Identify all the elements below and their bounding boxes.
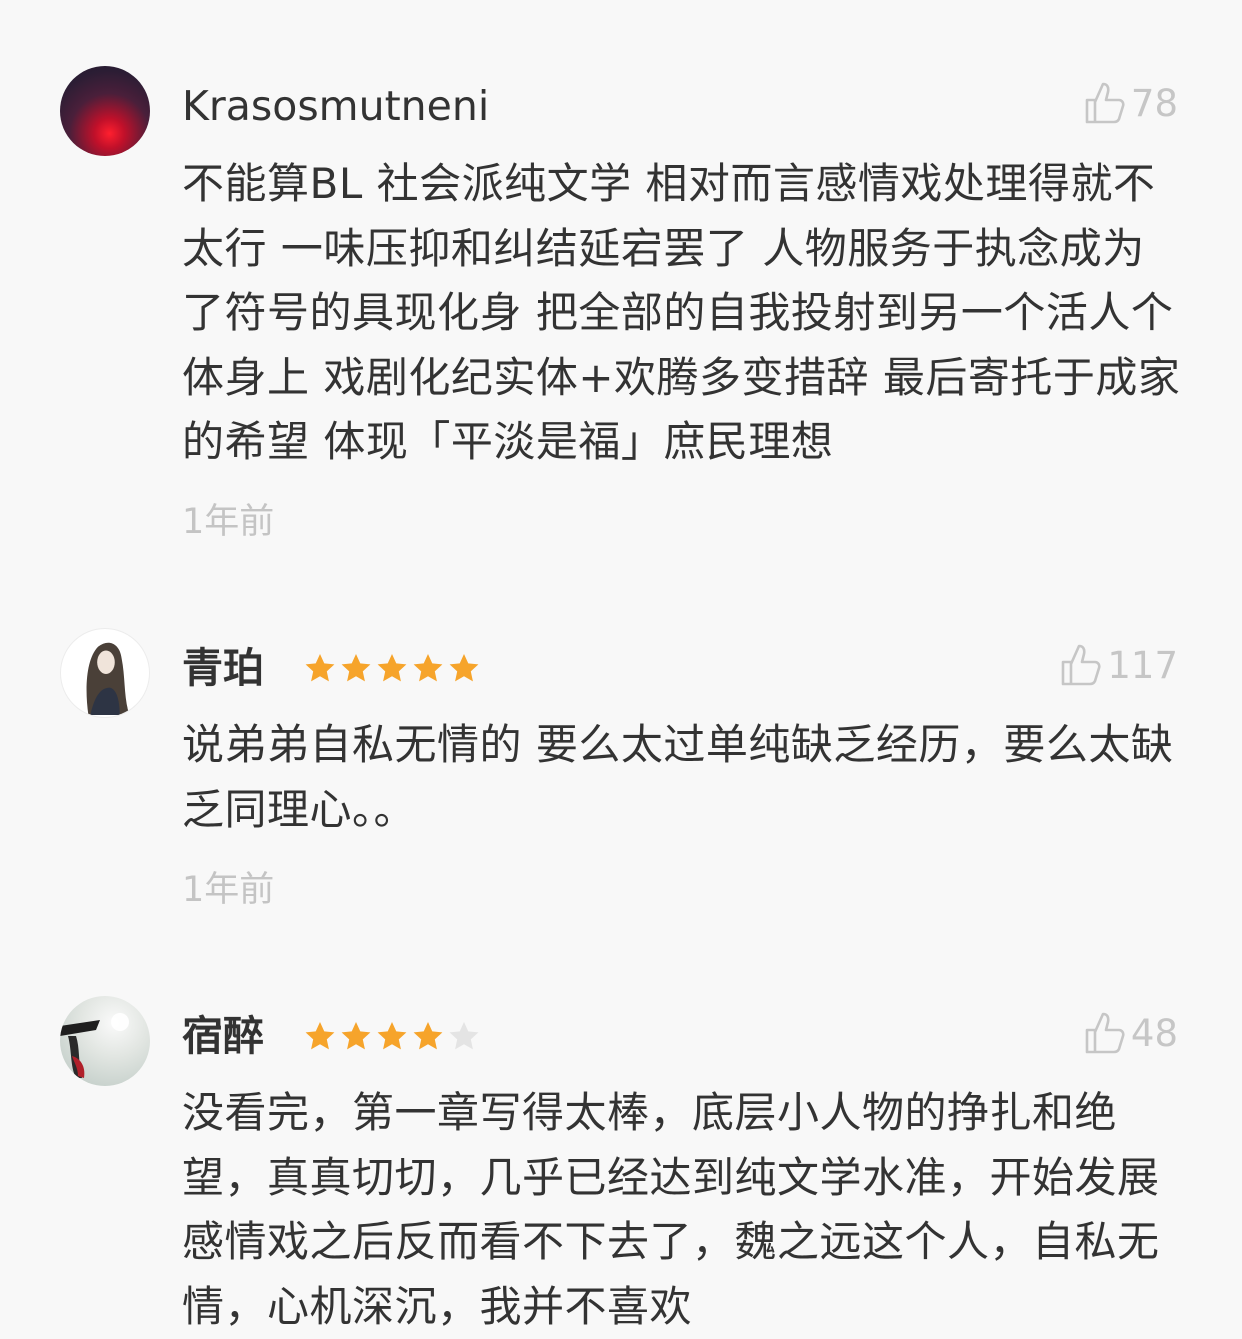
star-icon xyxy=(449,654,479,682)
comment-text: 没看完，第一章写得太棒，底层小人物的挣扎和绝望，真真切切，几乎已经达到纯文学水准… xyxy=(182,1088,1160,1331)
avatar[interactable] xyxy=(60,996,150,1086)
avatar[interactable] xyxy=(60,66,150,156)
star-icon xyxy=(341,654,371,682)
thumbs-up-icon xyxy=(1085,82,1125,124)
username[interactable]: 宿醉 xyxy=(182,1010,264,1062)
like-count: 78 xyxy=(1130,81,1178,125)
comment-text: 说弟弟自私无情的 要么太过单纯缺乏经历，要么太缺乏同理心。。 xyxy=(182,720,1174,834)
star-icon xyxy=(377,1022,407,1050)
username[interactable]: Krasosmutneni xyxy=(182,80,489,132)
thumbs-up-icon xyxy=(1085,1012,1125,1054)
star-icon xyxy=(413,654,443,682)
username[interactable]: 青珀 xyxy=(182,642,264,694)
like-button[interactable]: 78 xyxy=(1083,80,1178,126)
like-button[interactable]: 48 xyxy=(1083,1010,1178,1056)
star-icon xyxy=(305,654,335,682)
like-count: 117 xyxy=(1107,643,1178,687)
rating-stars xyxy=(304,652,480,684)
star-icon xyxy=(305,1022,335,1050)
comment-text: 不能算BL 社会派纯文学 相对而言感情戏处理得就不太行 一味压抑和纠结延宕罢了 … xyxy=(182,159,1181,466)
timestamp: 1年前 xyxy=(182,870,275,910)
star-icon xyxy=(377,654,407,682)
thumbs-up-icon xyxy=(1062,644,1101,686)
star-icon xyxy=(341,1022,371,1050)
avatar[interactable] xyxy=(60,628,150,718)
timestamp: 1年前 xyxy=(182,502,275,542)
star-icon xyxy=(413,1022,443,1050)
like-count: 48 xyxy=(1130,1011,1178,1055)
rating-stars xyxy=(304,1020,480,1052)
star-icon xyxy=(449,1022,479,1050)
like-button[interactable]: 117 xyxy=(1059,642,1178,688)
